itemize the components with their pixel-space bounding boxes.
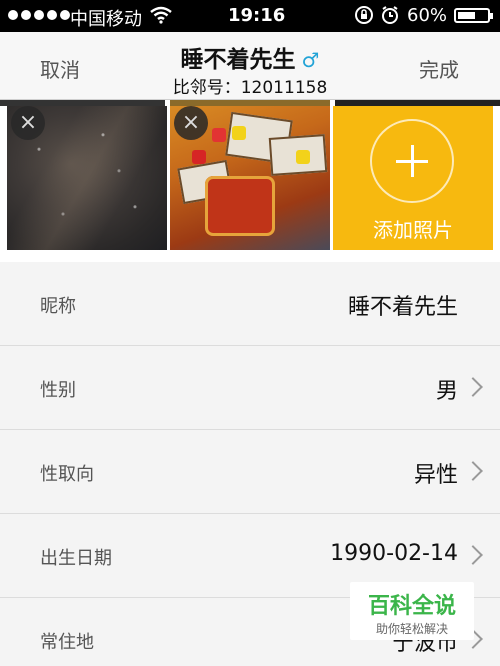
field-label: 性取向	[40, 464, 94, 485]
plus-icon	[370, 119, 454, 203]
profile-edit-screen: 中国移动 19:16 60% 取消 睡不着先生 ♂ 比邻号：12011158 完…	[0, 0, 500, 666]
field-value: 异性	[413, 463, 458, 488]
watermark-logo: 百科全说 助你轻松解决	[350, 582, 474, 640]
orientation-lock-icon	[354, 5, 374, 30]
game-emblem-image	[205, 176, 275, 236]
watermark-subtitle: 助你轻松解决	[375, 622, 448, 636]
add-photo-label: 添加照片	[373, 218, 453, 242]
row-nickname[interactable]: 昵称 睡不着先生	[0, 262, 500, 346]
alarm-icon	[380, 5, 400, 30]
status-bar: 中国移动 19:16 60%	[0, 0, 500, 32]
done-button[interactable]: 完成	[419, 54, 459, 83]
chevron-right-icon	[463, 461, 483, 481]
male-gender-icon: ♂	[301, 48, 320, 72]
field-value: 1990-02-14	[330, 541, 458, 566]
chevron-right-icon	[463, 545, 483, 565]
battery-fill	[458, 12, 475, 19]
navigation-bar: 取消 睡不着先生 ♂ 比邻号：12011158 完成	[0, 32, 500, 100]
dice-image	[296, 150, 310, 164]
signal-dots-icon	[8, 10, 70, 20]
field-label: 性别	[40, 380, 76, 401]
field-label: 常住地	[40, 632, 94, 653]
wifi-icon	[150, 6, 172, 29]
status-time: 19:16	[228, 5, 286, 26]
field-value: 男	[435, 379, 458, 404]
carrier-label: 中国移动	[70, 9, 142, 30]
remove-photo-icon[interactable]: ×	[11, 106, 45, 140]
row-gender[interactable]: 性别 男	[0, 346, 500, 430]
battery-percent: 60%	[407, 5, 448, 26]
field-label: 出生日期	[40, 548, 112, 569]
dice-image	[192, 150, 206, 164]
watermark-title: 百科全说	[367, 594, 456, 619]
field-value: 睡不着先生	[347, 295, 458, 320]
row-orientation[interactable]: 性取向 异性	[0, 430, 500, 514]
remove-photo-icon[interactable]: ×	[174, 106, 208, 140]
add-photo-button[interactable]: 添加照片	[333, 106, 493, 250]
page-title: 睡不着先生	[180, 47, 296, 73]
battery-icon	[454, 8, 493, 23]
chevron-right-icon	[463, 377, 483, 397]
dice-image	[212, 128, 226, 142]
photo-gallery: × × 添加照片	[0, 100, 500, 262]
field-label: 昵称	[40, 296, 76, 317]
dice-image	[232, 126, 246, 140]
